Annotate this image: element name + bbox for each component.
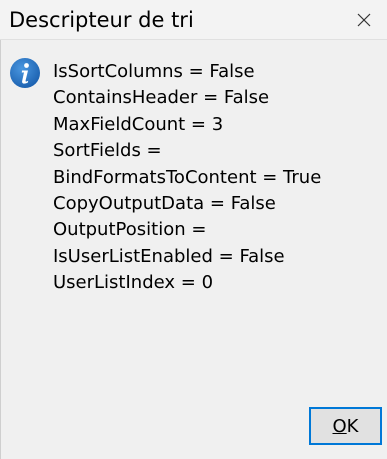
message-line: BindFormatsToContent = True [53,166,322,188]
message-line: CopyOutputData = False [53,192,276,214]
ok-label-rest: K [346,415,359,437]
message-line: ContainsHeader = False [53,87,270,109]
message-line: OutputPosition = [53,219,207,241]
message-line: IsSortColumns = False [53,61,255,82]
close-button[interactable] [340,0,387,40]
message-line: UserListIndex = 0 [53,272,214,294]
dialog-body: IsSortColumns = False ContainsHeader = F… [0,40,387,459]
info-icon [10,58,40,88]
window-title: Descripteur de tri [9,8,194,32]
message-text: IsSortColumns = False ContainsHeader = F… [53,59,321,297]
message-line: SortFields = [53,140,162,162]
message-dialog: Descripteur de tri IsSortColumns = False… [0,0,387,459]
ok-mnemonic: O [332,415,347,437]
ok-button[interactable]: OK [309,407,382,445]
message-line: MaxFieldCount = 3 [53,113,224,135]
message-line: IsUserListEnabled = False [53,245,285,267]
close-icon [357,13,370,27]
title-bar[interactable]: Descripteur de tri [0,0,387,40]
